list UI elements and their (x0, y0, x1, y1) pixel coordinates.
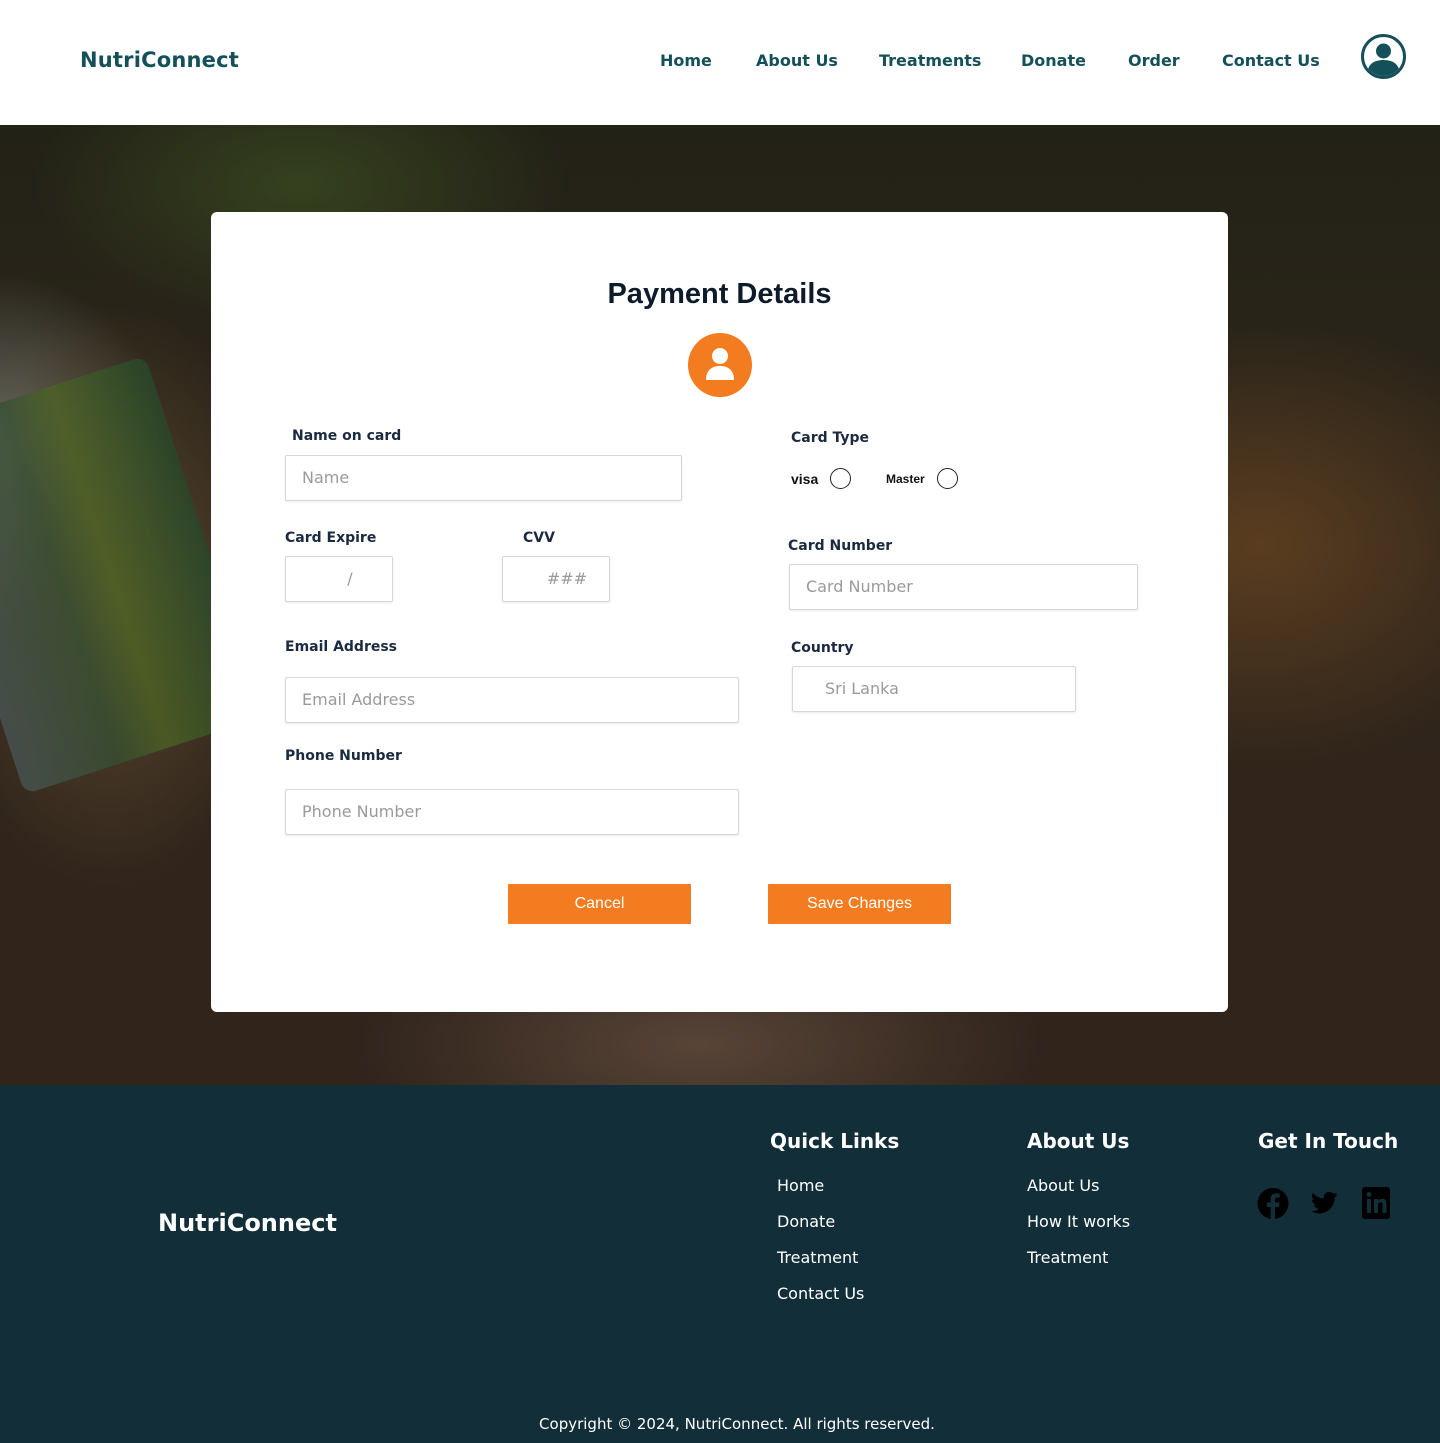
footer-link-treatment[interactable]: Treatment (777, 1248, 858, 1267)
site-footer: NutriConnect Quick Links Home Donate Tre… (0, 1085, 1440, 1443)
copyright-text: Copyright © 2024, NutriConnect. All righ… (539, 1415, 935, 1433)
footer-link-about-us[interactable]: About Us (1027, 1176, 1099, 1195)
email-label: Email Address (285, 639, 398, 655)
nav-treatments[interactable]: Treatments (879, 51, 981, 70)
footer-link-contact-us[interactable]: Contact Us (777, 1284, 864, 1303)
visa-label: visa (791, 471, 819, 487)
cancel-button[interactable]: Cancel (508, 884, 691, 924)
card-number-label: Card Number (788, 538, 893, 554)
footer-link-home[interactable]: Home (777, 1176, 824, 1195)
email-input[interactable]: Email Address (285, 677, 739, 723)
user-icon (706, 348, 734, 380)
save-changes-button[interactable]: Save Changes (768, 884, 951, 924)
nav-donate[interactable]: Donate (1021, 51, 1086, 70)
footer-logo[interactable]: NutriConnect (158, 1209, 337, 1237)
footer-link-donate[interactable]: Donate (777, 1212, 835, 1231)
page-title: Payment Details (607, 278, 832, 310)
name-on-card-label: Name on card (292, 428, 402, 444)
country-label: Country (791, 640, 854, 656)
phone-label: Phone Number (285, 748, 402, 764)
card-expire-label: Card Expire (285, 530, 377, 546)
card-type-label: Card Type (791, 430, 870, 446)
site-logo[interactable]: NutriConnect (80, 48, 239, 72)
card-number-input[interactable]: Card Number (789, 564, 1138, 610)
twitter-icon[interactable] (1310, 1191, 1338, 1220)
avatar (688, 333, 752, 397)
nav-contact-us[interactable]: Contact Us (1222, 51, 1320, 70)
visa-radio[interactable] (830, 468, 851, 489)
master-label: Master (886, 472, 925, 486)
profile-button[interactable] (1361, 34, 1406, 79)
facebook-icon[interactable] (1257, 1185, 1289, 1227)
cvv-label: CVV (523, 530, 555, 546)
about-us-heading: About Us (1027, 1129, 1130, 1153)
card-expire-input[interactable]: / (285, 556, 393, 602)
country-select[interactable]: Sri Lanka (792, 666, 1076, 712)
payment-form-card: Payment Details Name on card Name Card T… (211, 212, 1228, 1012)
get-in-touch-heading: Get In Touch (1258, 1129, 1399, 1153)
user-icon (1367, 43, 1400, 76)
footer-link-treatment-about[interactable]: Treatment (1027, 1248, 1108, 1267)
nav-order[interactable]: Order (1128, 51, 1180, 70)
name-on-card-input[interactable]: Name (285, 455, 682, 501)
nav-about-us[interactable]: About Us (756, 51, 838, 70)
master-radio[interactable] (937, 468, 958, 489)
nav-home[interactable]: Home (660, 51, 712, 70)
footer-link-how-it-works[interactable]: How It works (1027, 1212, 1130, 1231)
quick-links-heading: Quick Links (770, 1129, 900, 1153)
cvv-input[interactable]: ### (502, 556, 610, 602)
linkedin-icon[interactable] (1361, 1185, 1391, 1226)
phone-input[interactable]: Phone Number (285, 789, 739, 835)
site-header: NutriConnect Home About Us Treatments Do… (0, 0, 1440, 125)
